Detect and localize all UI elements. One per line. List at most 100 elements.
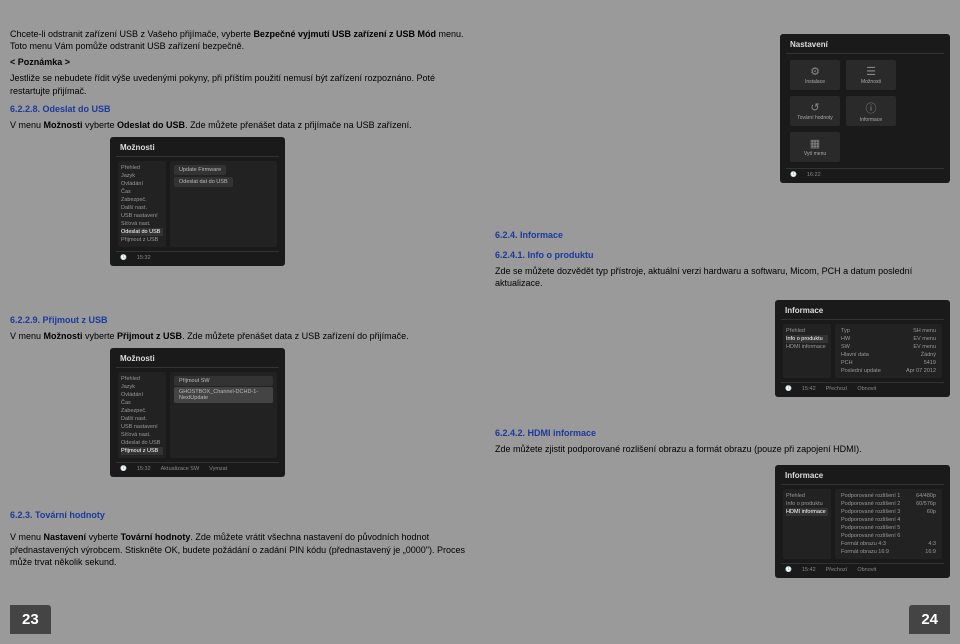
text-bold: Tovární hodnoty: [121, 532, 191, 542]
info-val: 5419: [924, 360, 936, 366]
info-val: SH menu: [913, 328, 936, 334]
info-key: SW: [841, 344, 850, 350]
info-row: Formát obrazu 16:916:9: [838, 548, 939, 556]
tile-label: Instalace: [805, 79, 825, 85]
list-item: Přehled: [786, 327, 828, 335]
list-item: Jazyk: [121, 172, 163, 180]
page-number-right: 24: [909, 605, 950, 634]
figure-footer: 🕒 15:32 Aktualizace SW Vymzat: [116, 462, 279, 473]
clock-icon: 🕒: [120, 255, 127, 261]
list-item: Odeslat do USB: [121, 228, 163, 236]
info-key: Hlavní data: [841, 352, 869, 358]
figure-main: Update Firmware Odeslat dat do USB: [170, 161, 277, 247]
section-6242-title: 6.2.4.2. HDMI informace: [495, 427, 950, 439]
figure-title: Informace: [781, 469, 944, 485]
text-bold: Možnosti: [44, 331, 83, 341]
footer-label: Obnovit: [857, 386, 876, 392]
info-row: Formát obrazu 4:34:3: [838, 540, 939, 548]
list-item: Přehled: [786, 492, 828, 500]
note-text: Jestliže se nebudete řídit výše uvedeným…: [10, 72, 465, 96]
info-val: 16:9: [925, 549, 936, 555]
text-bold: Bezpečné vyjmutí USB zařízení z USB Mód: [253, 29, 436, 39]
figure-footer: 🕒 15:32: [116, 251, 279, 262]
section-6241-title: 6.2.4.1. Info o produktu: [495, 249, 950, 261]
list-item: Síťová nast.: [121, 431, 163, 439]
figure-informace-2: Informace Přehled Info o produktu HDMI i…: [775, 465, 950, 578]
list-item: USB nastavení: [121, 423, 163, 431]
figure-sidebar: Přehled Jazyk Ovládání Čas Zabezpeč. Dal…: [118, 372, 166, 458]
info-key: Podporované rozlišení 6: [841, 533, 900, 539]
info-val: EV menu: [913, 344, 936, 350]
info-val: Apr 07 2012: [906, 368, 936, 374]
text: vyberte: [86, 532, 121, 542]
tile-reset: ↺Tovární hodnoty: [790, 96, 840, 126]
clock-icon: 🕒: [120, 466, 127, 472]
figure-main: Podporované rozlišení 164/480p Podporova…: [835, 489, 942, 559]
figure-tiles: ⚙Instalace ☰Možnosti ↺Tovární hodnoty ⓘI…: [786, 54, 944, 168]
section-6241-body: Zde se můžete dozvědět typ přístroje, ak…: [495, 265, 950, 289]
section-6229-title: 6.2.2.9. Přijmout z USB: [10, 314, 465, 326]
figure-moznosti-2: Možnosti Přehled Jazyk Ovládání Čas Zabe…: [110, 348, 285, 477]
footer-time: 15:42: [802, 386, 816, 392]
figure-option: Update Firmware: [174, 165, 226, 175]
figure-option: Přijmout SW: [174, 376, 273, 386]
info-row: Podporované rozlišení 5: [838, 524, 939, 532]
figure-footer: 🕒 15:42 Přechozí Obnovit: [781, 382, 944, 393]
page-number-left: 23: [10, 605, 51, 634]
info-val: 64/480p: [916, 493, 936, 499]
list-item: Ovládání: [121, 391, 163, 399]
note-label: < Poznámka >: [10, 56, 465, 68]
figure-moznosti-1: Možnosti Přehled Jazyk Ovládání Čas Zabe…: [110, 137, 285, 266]
text-bold: Přijmout z USB: [117, 331, 182, 341]
clock-icon: 🕒: [785, 386, 792, 392]
info-key: Podporované rozlišení 4: [841, 517, 900, 523]
tile-label: Tovární hodnoty: [797, 115, 833, 121]
text: V menu: [10, 331, 44, 341]
clock-icon: 🕒: [785, 567, 792, 573]
reset-icon: ↺: [810, 101, 819, 114]
tile-info: ⓘInformace: [846, 96, 896, 126]
info-row: TypSH menu: [838, 327, 939, 335]
info-row: PCH 5419: [838, 359, 939, 367]
list-item: Jazyk: [121, 383, 163, 391]
list-item: Přehled: [121, 164, 163, 172]
section-6228-body: V menu Možnosti vyberte Odeslat do USB. …: [10, 119, 465, 131]
footer-label: Přechozí: [826, 386, 848, 392]
info-val: 60p: [927, 509, 936, 515]
clock-icon: 🕒: [790, 172, 797, 178]
grid-icon: ▦: [810, 137, 820, 150]
info-key: Podporované rozlišení 3: [841, 509, 900, 515]
list-item: Odeslat do USB: [121, 439, 163, 447]
section-6228-title: 6.2.2.8. Odeslat do USB: [10, 103, 465, 115]
info-row: Podporované rozlišení 4: [838, 516, 939, 524]
info-row: SW EV menu: [838, 343, 939, 351]
list-item: Síťová nast.: [121, 220, 163, 228]
list-item: Další nast.: [121, 204, 163, 212]
list-item: Přijmout z USB: [121, 447, 163, 455]
list-item: Čas: [121, 399, 163, 407]
list-icon: ☰: [866, 65, 876, 78]
list-item: Další nast.: [121, 415, 163, 423]
text-bold: Možnosti: [44, 120, 83, 130]
info-row: HWEV menu: [838, 335, 939, 343]
tile-exit: ▦Vytí menu: [790, 132, 840, 162]
info-key: HW: [841, 336, 850, 342]
page-spread: Chcete-li odstranit zařízení USB z Vašeh…: [10, 28, 950, 590]
left-page: Chcete-li odstranit zařízení USB z Vašeh…: [10, 28, 465, 590]
list-item: USB nastavení: [121, 212, 163, 220]
figure-title: Možnosti: [116, 141, 279, 157]
list-item: HDMI informace: [786, 343, 828, 351]
footer-label: Vymzat: [209, 466, 227, 472]
info-key: Poslední update: [841, 368, 881, 374]
text: vyberte: [83, 331, 118, 341]
list-item: Přijmout z USB: [121, 236, 163, 244]
text: V menu: [10, 532, 44, 542]
footer-time: 16:22: [807, 172, 821, 178]
footer-time: 15:42: [802, 567, 816, 573]
tile-label: Vytí menu: [804, 151, 826, 157]
right-page: Nastavení ⚙Instalace ☰Možnosti ↺Tovární …: [495, 28, 950, 590]
info-val: Žádný: [921, 352, 936, 358]
list-item: HDMI informace: [786, 508, 828, 516]
figure-nastaveni: Nastavení ⚙Instalace ☰Možnosti ↺Tovární …: [780, 34, 950, 183]
info-key: PCH: [841, 360, 853, 366]
